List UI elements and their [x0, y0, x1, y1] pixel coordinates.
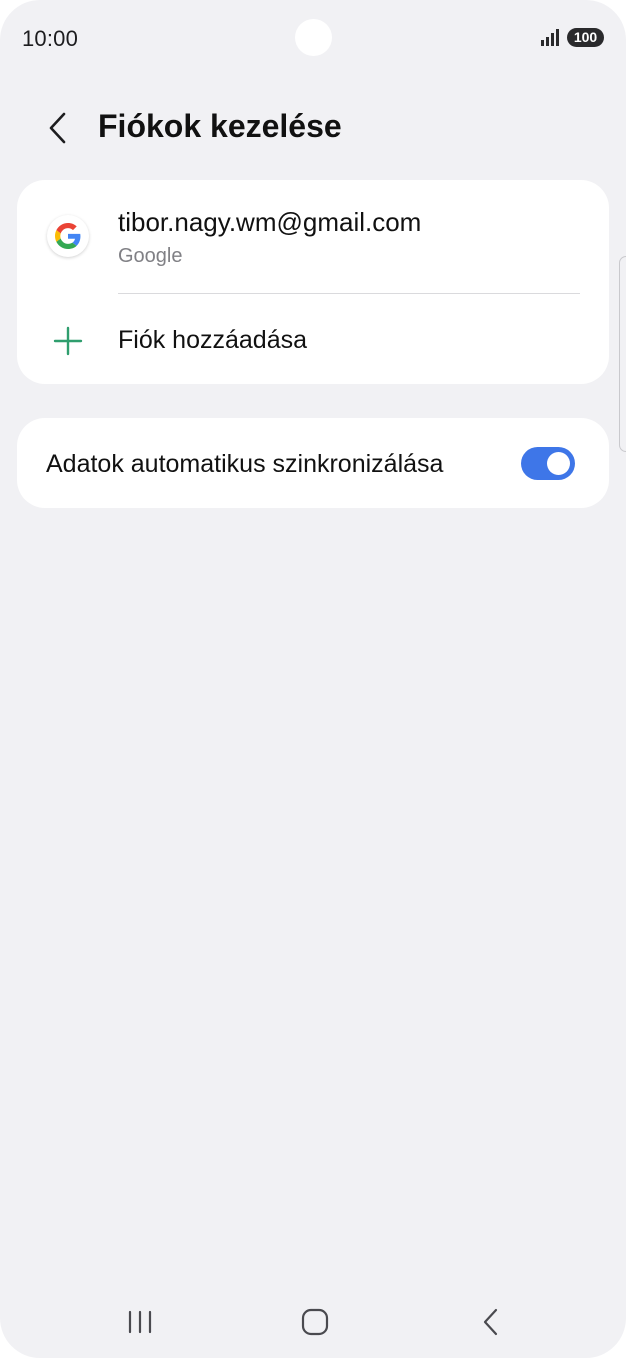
back-button[interactable]	[36, 106, 80, 150]
back-icon	[483, 1308, 498, 1336]
google-icon	[47, 215, 89, 257]
account-item-google[interactable]: tibor.nagy.wm@gmail.com Google	[17, 180, 609, 294]
account-email: tibor.nagy.wm@gmail.com	[118, 207, 422, 237]
status-time: 10:00	[22, 26, 79, 51]
home-icon	[301, 1308, 329, 1336]
battery-icon: 100	[567, 28, 604, 47]
chevron-left-icon	[49, 112, 66, 144]
recents-button[interactable]	[110, 1298, 170, 1346]
auto-sync-row[interactable]: Adatok automatikus szinkronizálása	[17, 418, 609, 508]
plus-icon	[53, 326, 83, 356]
add-account-label: Fiók hozzáadása	[118, 326, 308, 354]
screen: 10:00 100 Fiókok kezelése tibor.nagy.wm@…	[0, 0, 626, 1358]
accounts-card: tibor.nagy.wm@gmail.com Google Fiók hozz…	[17, 180, 609, 384]
recents-icon	[128, 1310, 152, 1334]
auto-sync-toggle[interactable]	[521, 447, 575, 480]
signal-icon	[541, 29, 559, 46]
toggle-knob	[547, 452, 570, 475]
add-account-button[interactable]: Fiók hozzáadása	[17, 294, 609, 384]
camera-cutout	[295, 19, 332, 56]
nav-back-button[interactable]	[461, 1298, 521, 1346]
auto-sync-label: Adatok automatikus szinkronizálása	[46, 450, 444, 478]
home-button[interactable]	[285, 1298, 345, 1346]
scroll-indicator[interactable]	[619, 256, 626, 452]
account-provider: Google	[118, 245, 183, 267]
page-title: Fiókok kezelése	[98, 108, 342, 144]
